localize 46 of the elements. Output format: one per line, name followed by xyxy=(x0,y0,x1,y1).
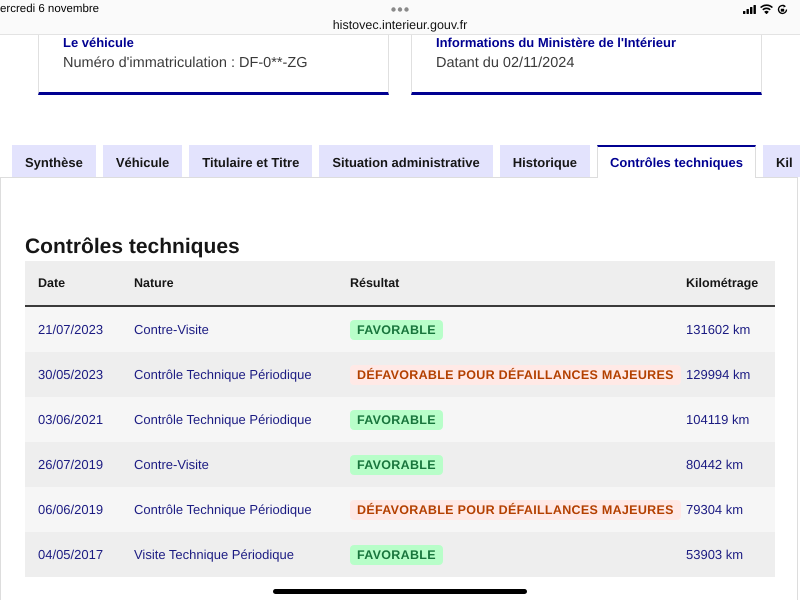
column-header: Date xyxy=(38,276,66,290)
result-badge: FAVORABLE xyxy=(350,320,443,340)
tab[interactable]: Véhicule xyxy=(102,145,182,177)
date-cell: 06/06/2019 xyxy=(38,502,104,517)
mileage-cell: 80442 km xyxy=(686,457,744,472)
nature-cell: Contrôle Technique Périodique xyxy=(134,367,312,382)
result-badge: FAVORABLE xyxy=(350,410,443,430)
mileage-cell: 79304 km xyxy=(686,502,744,517)
date-cell: 26/07/2019 xyxy=(38,457,104,472)
result-badge: FAVORABLE xyxy=(350,544,443,564)
tab[interactable]: Historique xyxy=(500,145,590,177)
column-header: Nature xyxy=(134,276,174,290)
nature-cell: Contre-Visite xyxy=(134,457,209,472)
column-header: Résultat xyxy=(350,276,400,290)
more-dots-icon[interactable] xyxy=(391,6,409,12)
date-cell: 21/07/2023 xyxy=(38,322,104,337)
column-header: Kilométrage xyxy=(686,276,758,290)
mileage-cell: 53903 km xyxy=(686,547,744,562)
status-date: ercredi 6 novembre xyxy=(0,2,100,17)
result-badge: DÉFAVORABLE POUR DÉFAILLANCES MAJEURES xyxy=(350,500,681,520)
date-cell: 03/06/2021 xyxy=(38,412,104,427)
result-badge: FAVORABLE xyxy=(350,454,443,474)
tab[interactable]: Titulaire et Titre xyxy=(189,145,312,177)
nature-cell: Contrôle Technique Périodique xyxy=(134,502,312,517)
card-text: Numéro d'immatriculation : DF-0**-ZG xyxy=(63,54,308,72)
card-text: Datant du 02/11/2024 xyxy=(436,54,574,72)
card-title: Informations du Ministère de l'Intérieur xyxy=(436,36,676,50)
rotation-lock-icon xyxy=(777,4,788,14)
nature-cell: Visite Technique Périodique xyxy=(134,547,294,562)
nature-cell: Contre-Visite xyxy=(134,322,209,337)
tab[interactable]: Kil xyxy=(762,145,800,177)
date-cell: 30/05/2023 xyxy=(38,367,104,382)
nature-cell: Contrôle Technique Périodique xyxy=(134,412,312,427)
mileage-cell: 129994 km xyxy=(686,367,750,382)
section-heading: Contrôles techniques xyxy=(25,235,240,259)
wifi-icon xyxy=(760,4,773,14)
date-cell: 04/05/2017 xyxy=(38,547,104,562)
address-bar-url[interactable]: histovec.interieur.gouv.fr xyxy=(332,18,468,33)
signal-icon xyxy=(743,4,756,14)
tab[interactable]: Contrôles techniques xyxy=(597,145,756,178)
tab[interactable]: Situation administrative xyxy=(319,145,493,177)
result-badge: DÉFAVORABLE POUR DÉFAILLANCES MAJEURES xyxy=(350,364,681,384)
card-title: Le véhicule xyxy=(63,36,134,50)
tab[interactable]: Synthèse xyxy=(12,145,96,177)
mileage-cell: 131602 km xyxy=(686,322,750,337)
mileage-cell: 104119 km xyxy=(686,412,750,427)
